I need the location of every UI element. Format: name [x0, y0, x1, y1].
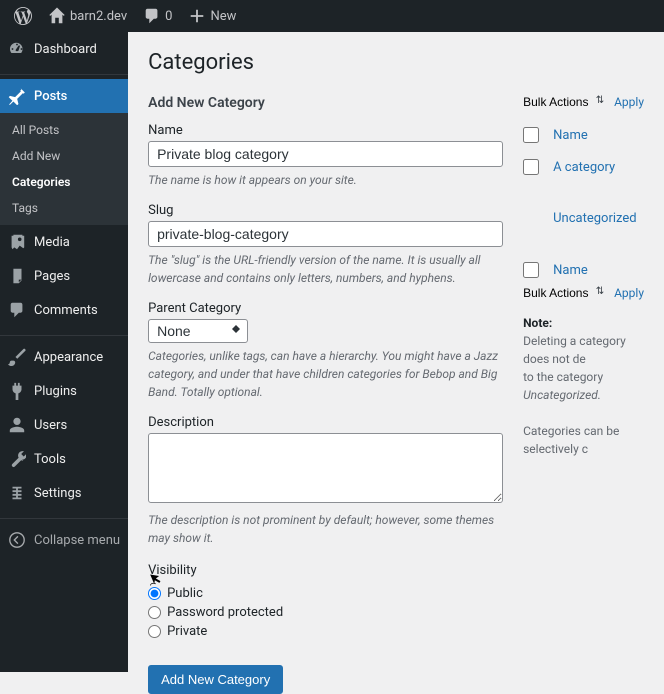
- description-description: The description is not prominent by defa…: [148, 511, 503, 547]
- category-list: Bulk Actions Apply Name A category Uncat…: [523, 95, 644, 694]
- collapse-icon: [8, 531, 26, 549]
- submit-button[interactable]: Add New Category: [148, 665, 283, 694]
- home-icon: [48, 7, 66, 25]
- apply-bottom[interactable]: Apply: [614, 286, 644, 300]
- menu-pages[interactable]: Pages: [0, 259, 128, 293]
- dashboard-icon: [8, 40, 26, 58]
- plug-icon: [8, 382, 26, 400]
- name-description: The name is how it appears on your site.: [148, 171, 503, 189]
- comments-link[interactable]: 0: [135, 0, 180, 32]
- admin-toolbar: barn2.dev 0 New: [0, 0, 664, 32]
- name-label: Name: [148, 123, 503, 138]
- page-icon: [8, 267, 26, 285]
- wp-logo[interactable]: [6, 0, 40, 32]
- menu-media[interactable]: Media: [0, 225, 128, 259]
- submenu-categories[interactable]: Categories: [0, 169, 128, 195]
- menu-plugins-label: Plugins: [34, 384, 77, 399]
- menu-separator: [0, 514, 128, 519]
- media-icon: [8, 233, 26, 251]
- new-link[interactable]: New: [180, 0, 244, 32]
- page-title: Categories: [148, 50, 644, 75]
- menu-comments-label: Comments: [34, 303, 98, 318]
- menu-separator: [0, 331, 128, 336]
- menu-dashboard[interactable]: Dashboard: [0, 32, 128, 66]
- bulk-actions-bottom[interactable]: Bulk Actions: [523, 286, 604, 300]
- parent-description: Categories, unlike tags, can have a hier…: [148, 347, 503, 401]
- menu-dashboard-label: Dashboard: [34, 42, 97, 57]
- collapse-label: Collapse menu: [34, 533, 120, 548]
- menu-plugins[interactable]: Plugins: [0, 374, 128, 408]
- sliders-icon: [8, 484, 26, 502]
- menu-users-label: Users: [34, 418, 67, 433]
- add-category-form: Add New Category Name The name is how it…: [148, 95, 503, 694]
- visibility-private[interactable]: Private: [148, 622, 503, 641]
- menu-posts[interactable]: Posts: [0, 79, 128, 113]
- site-name: barn2.dev: [70, 9, 127, 24]
- menu-tools[interactable]: Tools: [0, 442, 128, 476]
- submenu-add-new[interactable]: Add New: [0, 143, 128, 169]
- table-row: A category: [523, 151, 644, 183]
- table-footer: Name: [523, 254, 644, 286]
- menu-media-label: Media: [34, 235, 70, 250]
- row-checkbox[interactable]: [523, 159, 539, 175]
- visibility-password[interactable]: Password protected: [148, 603, 503, 622]
- user-icon: [8, 416, 26, 434]
- category-link[interactable]: A category: [553, 160, 615, 175]
- parent-label: Parent Category: [148, 301, 503, 316]
- comment-icon: [143, 7, 161, 25]
- select-all-checkbox[interactable]: [523, 262, 539, 278]
- menu-pages-label: Pages: [34, 269, 70, 284]
- comments-count: 0: [165, 9, 172, 24]
- main-content: Categories Add New Category Name The nam…: [128, 32, 664, 672]
- footer-name[interactable]: Name: [553, 263, 588, 278]
- description-input[interactable]: [148, 433, 503, 503]
- posts-submenu: All Posts Add New Categories Tags: [0, 113, 128, 225]
- pin-icon: [8, 87, 26, 105]
- visibility-public-radio[interactable]: [148, 587, 161, 600]
- slug-label: Slug: [148, 203, 503, 218]
- menu-settings[interactable]: Settings: [0, 476, 128, 510]
- new-label: New: [210, 9, 236, 24]
- wrench-icon: [8, 450, 26, 468]
- collapse-menu[interactable]: Collapse menu: [0, 523, 128, 557]
- site-link[interactable]: barn2.dev: [40, 0, 135, 32]
- menu-comments[interactable]: Comments: [0, 293, 128, 327]
- slug-description: The "slug" is the URL-friendly version o…: [148, 251, 503, 287]
- form-heading: Add New Category: [148, 95, 503, 111]
- menu-appearance[interactable]: Appearance: [0, 340, 128, 374]
- description-label: Description: [148, 415, 503, 430]
- menu-separator: [0, 70, 128, 75]
- apply-top[interactable]: Apply: [614, 95, 644, 109]
- submenu-tags[interactable]: Tags: [0, 195, 128, 221]
- menu-posts-label: Posts: [34, 89, 67, 104]
- menu-users[interactable]: Users: [0, 408, 128, 442]
- comments-icon: [8, 301, 26, 319]
- category-link[interactable]: Uncategorized: [553, 211, 636, 226]
- visibility-label: Visibility: [148, 561, 503, 580]
- admin-sidebar: Dashboard Posts All Posts Add New Catego…: [0, 32, 128, 672]
- menu-tools-label: Tools: [34, 452, 66, 467]
- menu-appearance-label: Appearance: [34, 350, 103, 365]
- table-row: Uncategorized: [523, 183, 644, 254]
- delete-note: Note: Deleting a category does not de to…: [523, 314, 644, 458]
- visibility-public[interactable]: Public: [148, 584, 503, 603]
- visibility-private-radio[interactable]: [148, 625, 161, 638]
- brush-icon: [8, 348, 26, 366]
- parent-select[interactable]: None: [148, 319, 248, 343]
- select-all-checkbox[interactable]: [523, 127, 539, 143]
- slug-input[interactable]: [148, 221, 503, 247]
- name-input[interactable]: [148, 141, 503, 167]
- table-header: Name: [523, 119, 644, 151]
- bulk-actions-top[interactable]: Bulk Actions: [523, 95, 604, 109]
- visibility-password-radio[interactable]: [148, 606, 161, 619]
- header-name[interactable]: Name: [553, 128, 588, 143]
- plus-icon: [188, 7, 206, 25]
- wordpress-icon: [14, 7, 32, 25]
- menu-settings-label: Settings: [34, 486, 81, 501]
- submenu-all-posts[interactable]: All Posts: [0, 117, 128, 143]
